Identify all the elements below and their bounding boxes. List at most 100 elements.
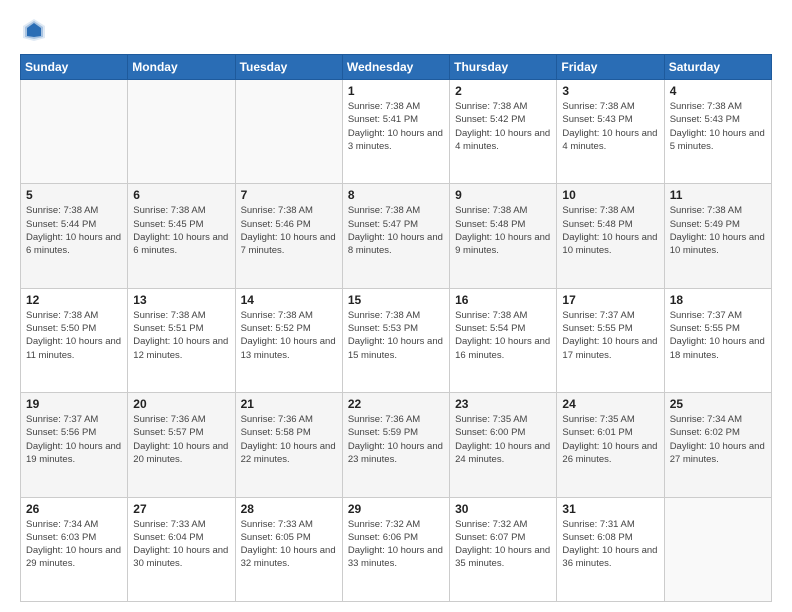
day-number: 30: [455, 502, 551, 516]
day-info: Sunrise: 7:36 AM Sunset: 5:59 PM Dayligh…: [348, 413, 444, 466]
day-number: 15: [348, 293, 444, 307]
day-info: Sunrise: 7:37 AM Sunset: 5:55 PM Dayligh…: [670, 309, 766, 362]
weekday-header: Wednesday: [342, 55, 449, 80]
day-info: Sunrise: 7:38 AM Sunset: 5:42 PM Dayligh…: [455, 100, 551, 153]
day-info: Sunrise: 7:38 AM Sunset: 5:41 PM Dayligh…: [348, 100, 444, 153]
day-info: Sunrise: 7:34 AM Sunset: 6:02 PM Dayligh…: [670, 413, 766, 466]
calendar-week-row: 5 Sunrise: 7:38 AM Sunset: 5:44 PM Daylig…: [21, 184, 772, 288]
calendar-cell: [664, 497, 771, 601]
day-number: 11: [670, 188, 766, 202]
day-number: 20: [133, 397, 229, 411]
calendar-cell: 15Sunrise: 7:38 AM Sunset: 5:53 PM Dayli…: [342, 288, 449, 392]
calendar-cell: 11 Sunrise: 7:38 AM Sunset: 5:49 PM Dayli…: [664, 184, 771, 288]
calendar-cell: 1 Sunrise: 7:38 AM Sunset: 5:41 PM Daylig…: [342, 80, 449, 184]
day-info: Sunrise: 7:38 AM Sunset: 5:46 PM Dayligh…: [241, 204, 337, 257]
day-info: Sunrise: 7:38 AM Sunset: 5:47 PM Dayligh…: [348, 204, 444, 257]
calendar-cell: 20 Sunrise: 7:36 AM Sunset: 5:57 PM Dayli…: [128, 393, 235, 497]
calendar-cell: 7 Sunrise: 7:38 AM Sunset: 5:46 PM Daylig…: [235, 184, 342, 288]
day-info: Sunrise: 7:38 AM Sunset: 5:49 PM Dayligh…: [670, 204, 766, 257]
calendar-week-row: 26Sunrise: 7:34 AM Sunset: 6:03 PM Dayli…: [21, 497, 772, 601]
day-number: 3: [562, 84, 658, 98]
day-number: 16: [455, 293, 551, 307]
day-info: Sunrise: 7:38 AM Sunset: 5:45 PM Dayligh…: [133, 204, 229, 257]
calendar-cell: 26Sunrise: 7:34 AM Sunset: 6:03 PM Dayli…: [21, 497, 128, 601]
page: SundayMondayTuesdayWednesdayThursdayFrid…: [0, 0, 792, 612]
calendar-cell: 25 Sunrise: 7:34 AM Sunset: 6:02 PM Dayli…: [664, 393, 771, 497]
day-number: 10: [562, 188, 658, 202]
calendar-cell: 29 Sunrise: 7:32 AM Sunset: 6:06 PM Dayli…: [342, 497, 449, 601]
day-number: 31: [562, 502, 658, 516]
day-number: 4: [670, 84, 766, 98]
calendar-week-row: 19Sunrise: 7:37 AM Sunset: 5:56 PM Dayli…: [21, 393, 772, 497]
weekday-header: Saturday: [664, 55, 771, 80]
day-info: Sunrise: 7:33 AM Sunset: 6:04 PM Dayligh…: [133, 518, 229, 571]
calendar-table: SundayMondayTuesdayWednesdayThursdayFrid…: [20, 54, 772, 602]
day-info: Sunrise: 7:38 AM Sunset: 5:51 PM Dayligh…: [133, 309, 229, 362]
day-info: Sunrise: 7:35 AM Sunset: 6:01 PM Dayligh…: [562, 413, 658, 466]
calendar-cell: 27 Sunrise: 7:33 AM Sunset: 6:04 PM Dayli…: [128, 497, 235, 601]
day-info: Sunrise: 7:38 AM Sunset: 5:48 PM Dayligh…: [562, 204, 658, 257]
calendar-cell: 9 Sunrise: 7:38 AM Sunset: 5:48 PM Daylig…: [450, 184, 557, 288]
calendar-cell: 8 Sunrise: 7:38 AM Sunset: 5:47 PM Daylig…: [342, 184, 449, 288]
calendar-cell: 14Sunrise: 7:38 AM Sunset: 5:52 PM Dayli…: [235, 288, 342, 392]
day-info: Sunrise: 7:33 AM Sunset: 6:05 PM Dayligh…: [241, 518, 337, 571]
day-info: Sunrise: 7:38 AM Sunset: 5:43 PM Dayligh…: [562, 100, 658, 153]
day-info: Sunrise: 7:38 AM Sunset: 5:44 PM Dayligh…: [26, 204, 122, 257]
calendar-cell: 22 Sunrise: 7:36 AM Sunset: 5:59 PM Dayli…: [342, 393, 449, 497]
weekday-header: Thursday: [450, 55, 557, 80]
day-number: 25: [670, 397, 766, 411]
calendar-header-row: SundayMondayTuesdayWednesdayThursdayFrid…: [21, 55, 772, 80]
day-number: 9: [455, 188, 551, 202]
calendar-cell: 31 Sunrise: 7:31 AM Sunset: 6:08 PM Dayli…: [557, 497, 664, 601]
day-number: 2: [455, 84, 551, 98]
day-info: Sunrise: 7:36 AM Sunset: 5:58 PM Dayligh…: [241, 413, 337, 466]
day-number: 28: [241, 502, 337, 516]
day-number: 27: [133, 502, 229, 516]
calendar-cell: 16Sunrise: 7:38 AM Sunset: 5:54 PM Dayli…: [450, 288, 557, 392]
weekday-header: Monday: [128, 55, 235, 80]
day-number: 8: [348, 188, 444, 202]
calendar-cell: 13 Sunrise: 7:38 AM Sunset: 5:51 PM Dayli…: [128, 288, 235, 392]
day-number: 7: [241, 188, 337, 202]
day-info: Sunrise: 7:31 AM Sunset: 6:08 PM Dayligh…: [562, 518, 658, 571]
calendar-week-row: 1 Sunrise: 7:38 AM Sunset: 5:41 PM Daylig…: [21, 80, 772, 184]
day-number: 26: [26, 502, 122, 516]
weekday-header: Sunday: [21, 55, 128, 80]
day-number: 13: [133, 293, 229, 307]
day-info: Sunrise: 7:37 AM Sunset: 5:55 PM Dayligh…: [562, 309, 658, 362]
day-info: Sunrise: 7:32 AM Sunset: 6:07 PM Dayligh…: [455, 518, 551, 571]
calendar-cell: 24 Sunrise: 7:35 AM Sunset: 6:01 PM Dayli…: [557, 393, 664, 497]
calendar-cell: 21 Sunrise: 7:36 AM Sunset: 5:58 PM Dayli…: [235, 393, 342, 497]
day-info: Sunrise: 7:36 AM Sunset: 5:57 PM Dayligh…: [133, 413, 229, 466]
day-info: Sunrise: 7:37 AM Sunset: 5:56 PM Dayligh…: [26, 413, 122, 466]
day-number: 5: [26, 188, 122, 202]
calendar-cell: 3 Sunrise: 7:38 AM Sunset: 5:43 PM Daylig…: [557, 80, 664, 184]
day-number: 21: [241, 397, 337, 411]
day-info: Sunrise: 7:38 AM Sunset: 5:50 PM Dayligh…: [26, 309, 122, 362]
calendar-cell: 30 Sunrise: 7:32 AM Sunset: 6:07 PM Dayli…: [450, 497, 557, 601]
day-number: 24: [562, 397, 658, 411]
day-info: Sunrise: 7:38 AM Sunset: 5:43 PM Dayligh…: [670, 100, 766, 153]
header: [20, 16, 772, 44]
weekday-header: Tuesday: [235, 55, 342, 80]
calendar-cell: 28 Sunrise: 7:33 AM Sunset: 6:05 PM Dayli…: [235, 497, 342, 601]
calendar-cell: [128, 80, 235, 184]
day-number: 12: [26, 293, 122, 307]
calendar-cell: 6 Sunrise: 7:38 AM Sunset: 5:45 PM Daylig…: [128, 184, 235, 288]
day-number: 29: [348, 502, 444, 516]
logo: [20, 16, 52, 44]
day-number: 22: [348, 397, 444, 411]
day-info: Sunrise: 7:35 AM Sunset: 6:00 PM Dayligh…: [455, 413, 551, 466]
day-number: 18: [670, 293, 766, 307]
day-number: 6: [133, 188, 229, 202]
day-info: Sunrise: 7:38 AM Sunset: 5:48 PM Dayligh…: [455, 204, 551, 257]
calendar-cell: 4 Sunrise: 7:38 AM Sunset: 5:43 PM Daylig…: [664, 80, 771, 184]
logo-icon: [20, 16, 48, 44]
calendar-cell: 19Sunrise: 7:37 AM Sunset: 5:56 PM Dayli…: [21, 393, 128, 497]
calendar-cell: [21, 80, 128, 184]
day-number: 1: [348, 84, 444, 98]
calendar-cell: [235, 80, 342, 184]
day-info: Sunrise: 7:32 AM Sunset: 6:06 PM Dayligh…: [348, 518, 444, 571]
day-number: 17: [562, 293, 658, 307]
calendar-week-row: 12 Sunrise: 7:38 AM Sunset: 5:50 PM Dayli…: [21, 288, 772, 392]
